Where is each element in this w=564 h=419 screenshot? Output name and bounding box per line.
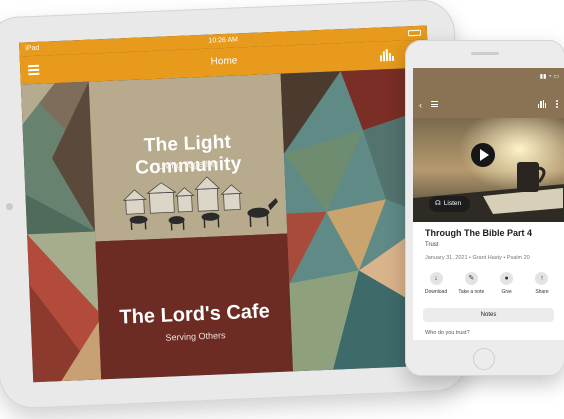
audio-bars-icon[interactable]: [379, 49, 395, 62]
battery-icon: [407, 29, 422, 37]
sermon-title: Through The Bible Part 4: [425, 228, 533, 238]
sermon-subtitle: Trust: [425, 242, 439, 248]
give-button[interactable]: ● Give: [490, 272, 524, 304]
phone-device: ▮▮ ◔ ▭ ‹ ☊ Listen Through The Bible Part…: [405, 40, 564, 376]
download-label: Download: [424, 289, 448, 295]
take-note-label: Take a note: [458, 289, 485, 295]
phone-speaker: [471, 52, 499, 55]
content-grid: The Light Community Living Together The …: [20, 67, 441, 383]
notes-button[interactable]: Notes: [423, 308, 554, 322]
ipad-camera: [5, 202, 14, 211]
play-button[interactable]: [471, 143, 495, 167]
audio-bars-icon[interactable]: [538, 100, 547, 108]
take-note-button[interactable]: ✎ Take a note: [454, 272, 488, 304]
phone-screen: ▮▮ ◔ ▭ ‹ ☊ Listen Through The Bible Part…: [413, 68, 564, 340]
action-row: ↓ Download ✎ Take a note ● Give ↑ Share: [419, 272, 559, 304]
signal-icon: ▮▮ ◔ ▭: [539, 74, 559, 80]
sermon-meta: January 31, 2021 • Grant Hasty • Psalm 2…: [425, 255, 530, 261]
share-icon: ↑: [535, 272, 549, 285]
more-icon[interactable]: [556, 100, 558, 109]
phone-header: ▮▮ ◔ ▭ ‹: [413, 68, 564, 118]
give-label: Give: [501, 289, 512, 295]
share-button[interactable]: ↑ Share: [525, 272, 559, 304]
home-button[interactable]: [473, 348, 495, 370]
listen-button[interactable]: ☊ Listen: [429, 196, 471, 212]
share-label: Share: [535, 289, 549, 295]
chevron-left-icon[interactable]: ‹: [419, 100, 422, 110]
download-button[interactable]: ↓ Download: [419, 272, 453, 304]
headphones-icon: ☊: [435, 200, 441, 207]
download-icon: ↓: [429, 272, 443, 285]
ipad-device: iPad 10:26 AM Home The Light Community L…: [0, 0, 471, 410]
sermon-artwork: ☊ Listen: [413, 118, 564, 222]
pencil-icon: ✎: [464, 272, 478, 285]
list-icon[interactable]: [431, 101, 438, 107]
listen-label: Listen: [443, 200, 462, 207]
ipad-screen: iPad 10:26 AM Home The Light Community L…: [19, 25, 441, 383]
notes-prompt: Who do you trust?: [425, 330, 470, 336]
give-icon: ●: [500, 272, 514, 285]
card-title-light-community[interactable]: The Light Community: [91, 130, 285, 182]
